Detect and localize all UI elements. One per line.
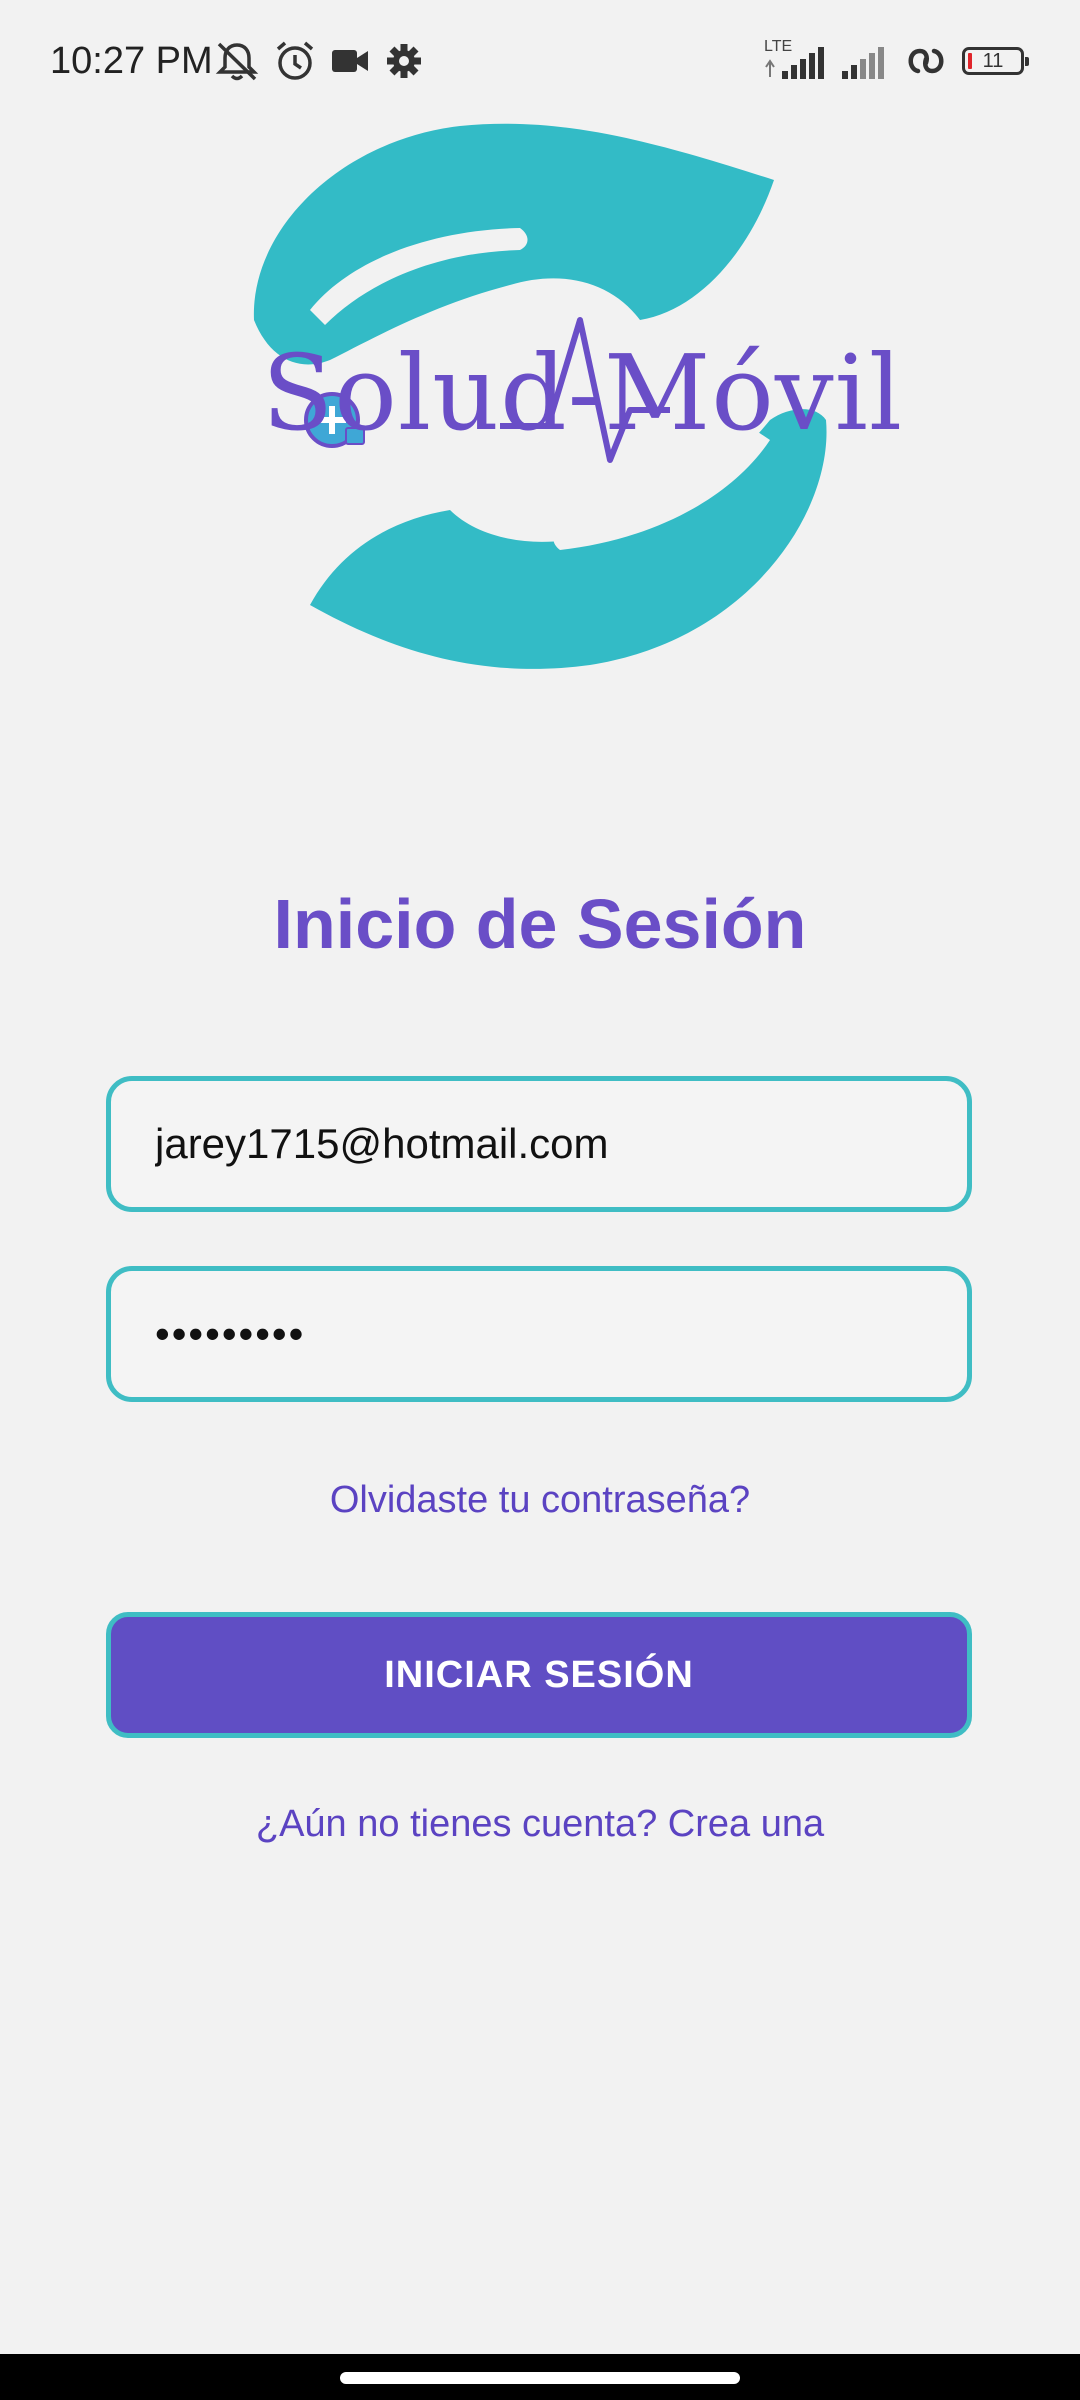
forgot-password-link[interactable]: Olvidaste tu contraseña? (0, 1472, 1080, 1528)
status-icons-left (214, 38, 424, 84)
video-camera-icon (332, 50, 368, 72)
signal-icon (842, 47, 884, 79)
lte-signal-icon: LTE (762, 39, 826, 83)
mute-icon (215, 42, 259, 81)
alarm-icon (276, 41, 314, 80)
battery-icon: 11 (962, 47, 1029, 75)
navigation-bar (0, 2354, 1080, 2400)
login-button[interactable]: INICIAR SESIÓN (106, 1612, 972, 1738)
settings-gear-icon (387, 44, 421, 78)
email-field-container (106, 1076, 972, 1212)
create-account-link[interactable]: ¿Aún no tienes cuenta? Crea una (0, 1796, 1080, 1852)
app-logo: Solud-Móvil (230, 110, 902, 680)
status-bar: 10:27 PM LTE 11 (0, 0, 1080, 120)
hotspot-icon (908, 48, 944, 74)
home-indicator[interactable] (340, 2372, 740, 2384)
password-field[interactable] (155, 1271, 915, 1397)
page-title: Inicio de Sesión (273, 885, 807, 963)
status-icons-right: LTE 11 (762, 36, 1029, 86)
password-field-container (106, 1266, 972, 1402)
logo-brand-text: Solud-Móvil (262, 332, 904, 454)
email-field[interactable] (155, 1081, 915, 1207)
status-time: 10:27 PM (50, 40, 213, 82)
